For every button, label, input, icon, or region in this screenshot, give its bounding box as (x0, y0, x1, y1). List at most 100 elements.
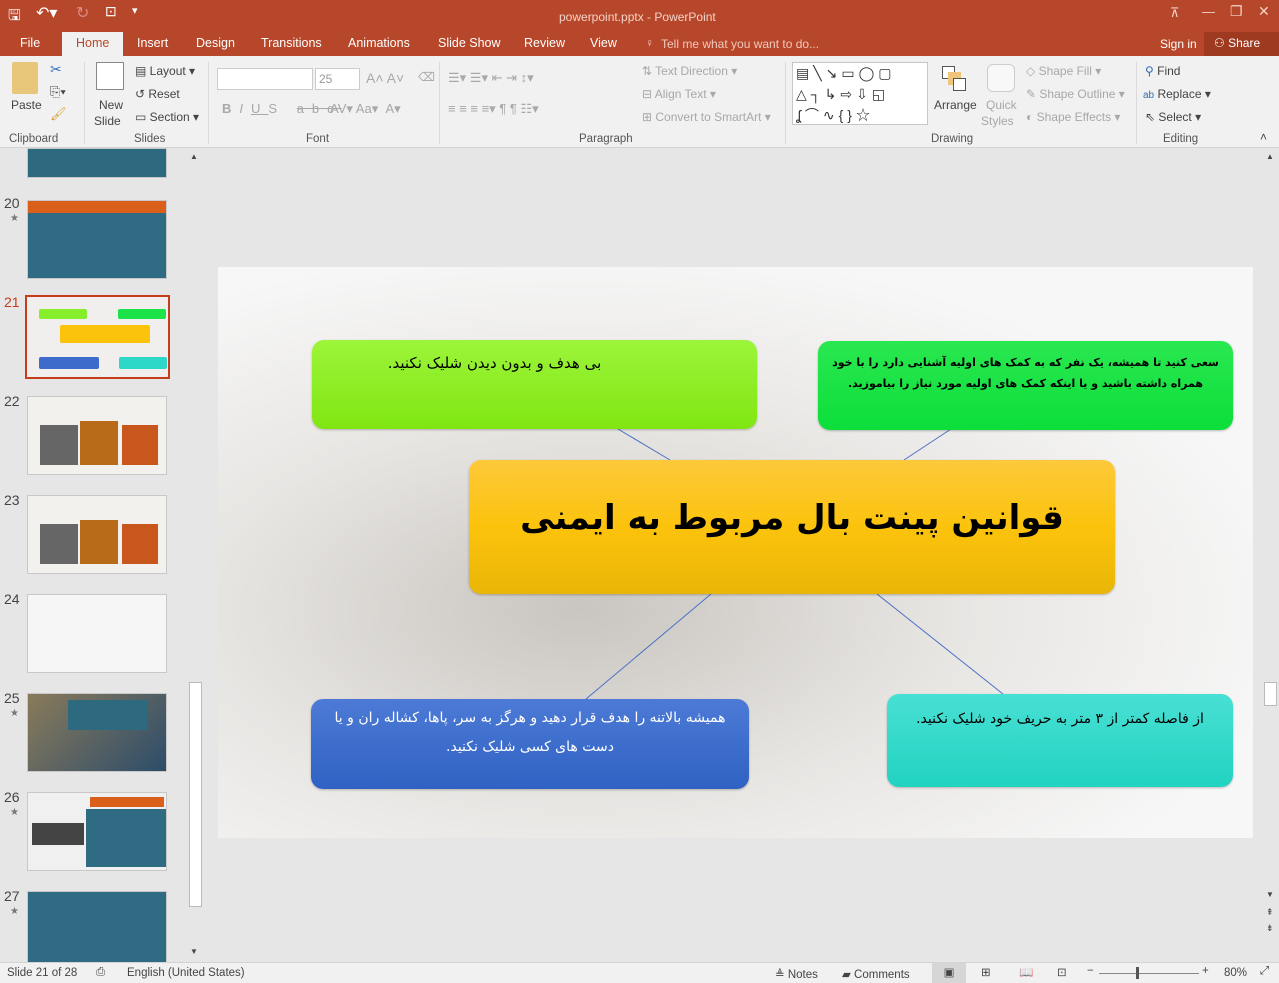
rule-box-top-right[interactable]: سعی کنید تا همیشه، یک نفر که به کمک های … (818, 341, 1233, 430)
share-label: Share (1228, 36, 1261, 50)
slide-number: 21 (4, 294, 20, 310)
close-icon[interactable]: ✕ (1258, 3, 1270, 20)
clear-formatting-icon[interactable]: ⌫ (418, 70, 435, 84)
slide-thumbnail-25[interactable] (27, 693, 167, 772)
slide[interactable]: بی هدف و بدون دیدن شلیک نکنید. سعی کنید … (218, 267, 1253, 838)
next-slide-icon[interactable]: ⇟ (1266, 923, 1274, 934)
paragraph-group-label: Paragraph (579, 133, 633, 145)
select-button[interactable]: ⇖ Select ▾ (1145, 110, 1201, 124)
grow-font-icon[interactable]: A˄ A˅ (366, 70, 404, 86)
new-slide-icon[interactable] (96, 62, 124, 90)
rule-box-bottom-left[interactable]: همیشه بالاتنه را هدف قرار دهید و هرگز به… (311, 699, 749, 789)
font-name-input[interactable] (217, 68, 313, 90)
bullets-icon[interactable]: ☰▾ ☰▾ ⇤ ⇥ ↕▾ (448, 70, 534, 86)
cut-icon[interactable]: ✂ (50, 61, 62, 78)
slide-thumbnail-24[interactable] (27, 594, 167, 673)
slideshow-view-icon[interactable]: ⊡ (1057, 965, 1067, 979)
align-text-button[interactable]: ⊟ Align Text ▾ (642, 87, 716, 101)
shape-effects-button[interactable]: ◐ Shape Effects ▾ (1026, 110, 1120, 124)
arrange-button[interactable]: Arrange (934, 98, 977, 112)
restore-icon[interactable]: ❐ (1230, 3, 1243, 20)
quick-styles-button[interactable]: Quick (986, 98, 1017, 112)
scroll-down-icon[interactable]: ▼ (1266, 890, 1274, 899)
ribbon-display-icon[interactable]: ⊼ (1170, 5, 1180, 21)
slide-thumbnail-26[interactable] (27, 792, 167, 871)
comments-button[interactable]: ▰ Comments (842, 967, 910, 981)
reset-button[interactable]: ↺ Reset (135, 87, 180, 101)
slide-scrollbar[interactable]: ▲ ▼ ⇞ ⇟ (1263, 150, 1279, 962)
tab-animations[interactable]: Animations (348, 36, 410, 50)
section-button[interactable]: ▭ Section ▾ (135, 110, 199, 124)
tab-view[interactable]: View (590, 36, 617, 50)
tab-home[interactable]: Home (62, 32, 124, 56)
spell-check-icon[interactable]: ⎙ (96, 966, 105, 979)
slide-thumbnail-partial[interactable] (27, 148, 167, 178)
paste-button[interactable]: Paste (11, 98, 42, 112)
ribbon: Paste ✂ ⎘▾ 🖌 Clipboard New Slide ▤ Layou… (0, 56, 1279, 148)
slide-sorter-icon[interactable]: ⊞ (981, 965, 991, 979)
tab-design[interactable]: Design (196, 36, 235, 50)
shape-outline-button[interactable]: ✎ Shape Outline ▾ (1026, 87, 1125, 101)
tab-insert[interactable]: Insert (137, 36, 168, 50)
tab-review[interactable]: Review (524, 36, 565, 50)
scrollbar-thumb[interactable] (1264, 682, 1277, 706)
thumbnail-scrollbar[interactable]: ▲ ▼ (188, 150, 203, 960)
replace-button[interactable]: ab Replace ▾ (1143, 87, 1211, 101)
zoom-level[interactable]: 80% (1224, 967, 1247, 979)
font-size-input[interactable]: 25 (315, 68, 360, 90)
format-painter-icon[interactable]: 🖌 (50, 106, 67, 122)
start-slideshow-icon[interactable]: ⊡ (105, 3, 117, 20)
shape-fill-button[interactable]: ◇ Shape Fill ▾ (1026, 64, 1101, 78)
scroll-down-icon[interactable]: ▼ (190, 947, 198, 956)
undo-icon[interactable]: ↶▾ (36, 3, 57, 23)
text-direction-button[interactable]: ⇅ Text Direction ▾ (642, 64, 737, 78)
find-button[interactable]: ⚲ Find (1145, 64, 1180, 78)
rule-box-top-left[interactable]: بی هدف و بدون دیدن شلیک نکنید. (312, 340, 757, 429)
layout-button[interactable]: ▤ Layout ▾ (135, 64, 195, 78)
scroll-up-icon[interactable]: ▲ (1266, 152, 1274, 161)
slide-thumbnail-23[interactable] (27, 495, 167, 574)
tab-transitions[interactable]: Transitions (261, 36, 322, 50)
minimize-icon[interactable]: — (1202, 4, 1215, 19)
redo-icon[interactable]: ↻ (76, 3, 89, 23)
slide-thumbnail-21[interactable] (25, 295, 170, 379)
sign-in-link[interactable]: Sign in (1160, 37, 1197, 51)
editing-group-label: Editing (1163, 133, 1199, 145)
zoom-slider-thumb[interactable] (1136, 967, 1139, 979)
align-icons[interactable]: ≡ ≡ ≡ ≡▾ ¶ ¶ ☷▾ (448, 101, 539, 117)
share-button[interactable]: ⚇ Share (1204, 32, 1279, 56)
zoom-in-icon[interactable]: + (1202, 965, 1209, 977)
convert-smartart-button[interactable]: ⊞ Convert to SmartArt ▾ (642, 110, 771, 124)
arrange-icon[interactable] (942, 66, 966, 92)
shapes-gallery[interactable]: ▤╲↘▭◯▢ △┐↳⇨⇩◱ ʆ⌒∿{}☆ (792, 62, 928, 125)
language-indicator[interactable]: English (United States) (127, 967, 245, 979)
scrollbar-thumb[interactable] (189, 682, 202, 907)
new-slide-label: Slide (94, 114, 121, 128)
find-label: Find (1157, 64, 1181, 78)
slide-thumbnail-20[interactable] (27, 200, 167, 279)
tell-me-input[interactable]: Tell me what you want to do... (661, 37, 819, 51)
notes-button[interactable]: ≜ Notes (775, 967, 818, 981)
font-format-buttons[interactable]: BIUS abc (222, 101, 342, 116)
customize-qat-icon[interactable]: ▾ (132, 4, 138, 17)
save-icon[interactable]: 🖫 (8, 5, 21, 30)
slide-title-box[interactable]: قوانین پینت بال مربوط به ایمنی (469, 460, 1115, 594)
tab-slide-show[interactable]: Slide Show (438, 36, 501, 50)
copy-icon[interactable]: ⎘▾ (50, 84, 66, 100)
collapse-ribbon-icon[interactable]: ˄ (1260, 130, 1267, 144)
zoom-slider[interactable] (1099, 973, 1199, 974)
slide-thumbnail-22[interactable] (27, 396, 167, 475)
reading-view-icon[interactable]: 📖 (1019, 965, 1033, 979)
rule-box-bottom-right[interactable]: از فاصله کمتر از ۳ متر به حریف خود شلیک … (887, 694, 1233, 787)
paste-icon[interactable] (12, 62, 38, 94)
zoom-out-icon[interactable]: − (1087, 965, 1094, 977)
previous-slide-icon[interactable]: ⇞ (1266, 907, 1274, 918)
tab-file[interactable]: File (20, 36, 40, 50)
slide-thumbnail-27[interactable] (27, 891, 167, 963)
align-text-label: Align Text (654, 87, 707, 101)
scroll-up-icon[interactable]: ▲ (190, 152, 198, 161)
normal-view-icon[interactable]: ▣ (932, 963, 966, 983)
new-slide-button[interactable]: New (99, 98, 123, 112)
char-spacing-icon[interactable]: AV▾ Aa▾ A▾ (330, 101, 401, 117)
fit-to-window-icon[interactable]: ⤢ (1260, 965, 1269, 978)
